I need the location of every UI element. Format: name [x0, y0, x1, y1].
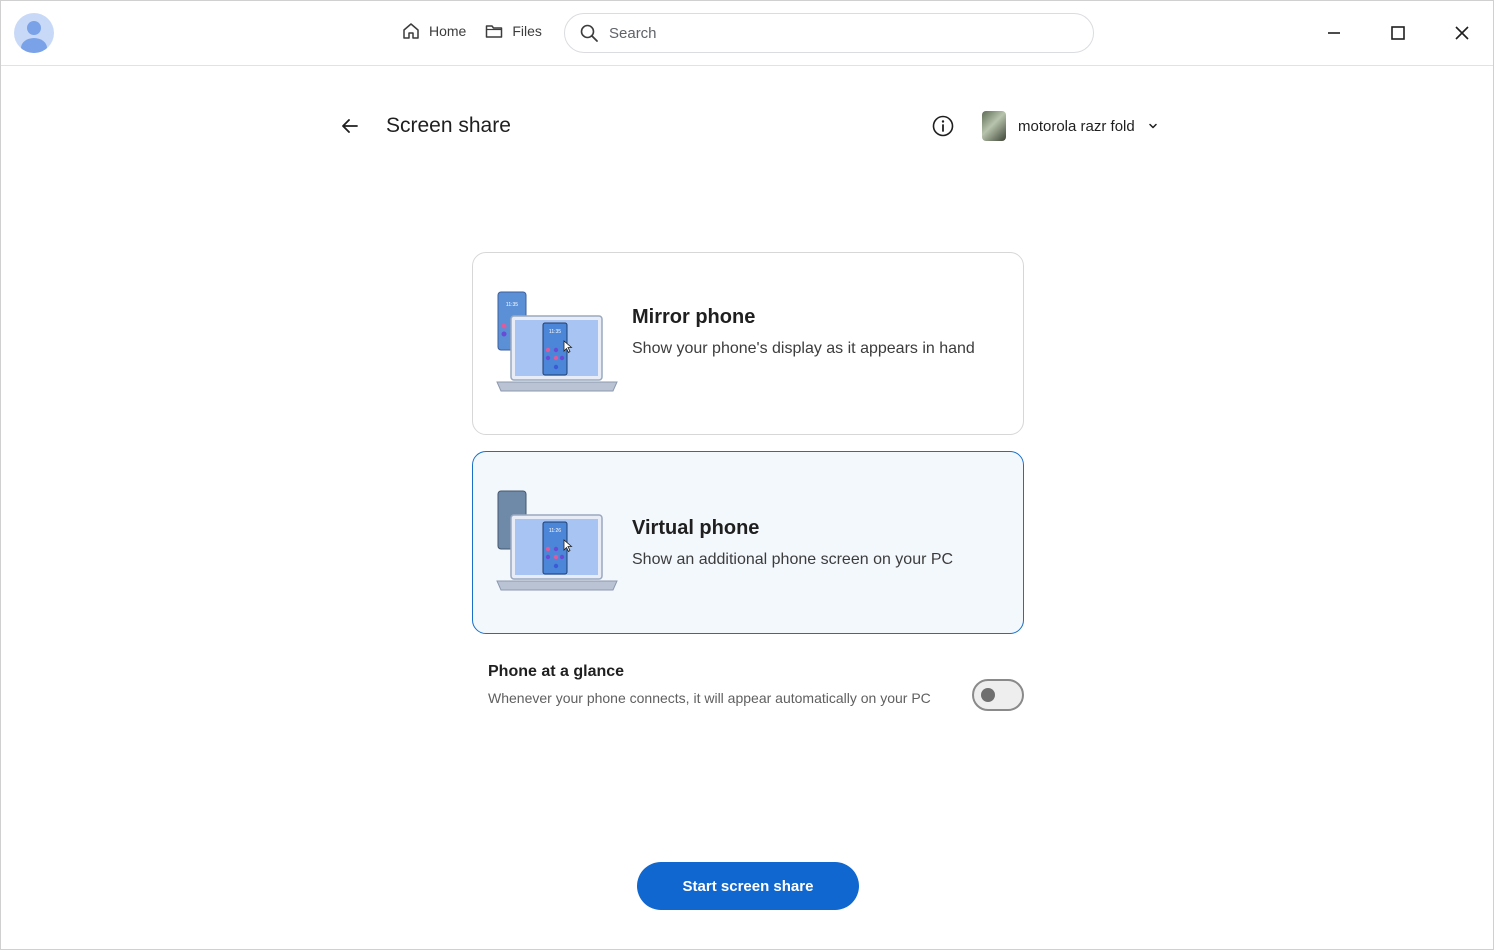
- profile-avatar[interactable]: [14, 13, 54, 53]
- start-screen-share-button[interactable]: Start screen share: [637, 862, 859, 910]
- info-button[interactable]: [929, 112, 957, 140]
- virtual-phone-illustration: 11:26: [496, 490, 618, 591]
- glance-toggle[interactable]: [972, 679, 1024, 711]
- folder-icon: [486, 25, 503, 38]
- nav-home-label: Home: [429, 23, 467, 39]
- mirror-phone-title: Mirror phone: [632, 306, 756, 328]
- close-button[interactable]: [1446, 17, 1478, 49]
- glance-description: Whenever your phone connects, it will ap…: [488, 690, 931, 706]
- title-bar: Home Files: [1, 1, 1493, 66]
- info-icon: [932, 115, 954, 137]
- mirror-phone-card[interactable]: 11:35 11:35 Mirror phone Show your phone…: [472, 252, 1024, 435]
- nav-files-label: Files: [512, 23, 542, 39]
- mirror-phone-time: 11:35: [506, 302, 518, 308]
- nav-files[interactable]: Files: [484, 21, 542, 41]
- search-input[interactable]: [609, 24, 1049, 42]
- device-selector[interactable]: motorola razr fold: [982, 111, 1159, 141]
- virtual-phone-card[interactable]: 11:26 Virtual phone Show an additional p…: [472, 451, 1024, 634]
- mirror-laptop-time: 11:35: [549, 329, 561, 335]
- page-title: Screen share: [386, 114, 511, 137]
- home-icon: [403, 23, 419, 39]
- search-icon: [580, 24, 598, 42]
- nav-home[interactable]: Home: [401, 21, 466, 41]
- virtual-phone-title: Virtual phone: [632, 517, 760, 539]
- search-box[interactable]: [564, 13, 1094, 53]
- minimize-button[interactable]: [1318, 17, 1350, 49]
- mirror-phone-description: Show your phone's display as it appears …: [632, 340, 975, 357]
- arrow-left-icon: [342, 119, 358, 133]
- top-nav: Home Files: [401, 21, 542, 41]
- minimize-icon: [1328, 32, 1340, 34]
- toggle-knob: [981, 688, 995, 702]
- back-button[interactable]: [335, 111, 365, 141]
- maximize-icon: [1391, 26, 1405, 40]
- mirror-phone-illustration: 11:35 11:35: [496, 291, 618, 392]
- device-name: motorola razr fold: [1018, 117, 1135, 135]
- chevron-down-icon: [1148, 123, 1157, 129]
- person-icon: [21, 21, 47, 53]
- close-icon: [1455, 26, 1469, 40]
- virtual-phone-description: Show an additional phone screen on your …: [632, 551, 954, 568]
- device-thumbnail: [982, 111, 1006, 141]
- maximize-button[interactable]: [1382, 17, 1414, 49]
- app-window: Home Files Search Screen share motorola …: [0, 0, 1494, 950]
- glance-title: Phone at a glance: [488, 663, 625, 680]
- virtual-laptop-time: 11:26: [549, 528, 561, 534]
